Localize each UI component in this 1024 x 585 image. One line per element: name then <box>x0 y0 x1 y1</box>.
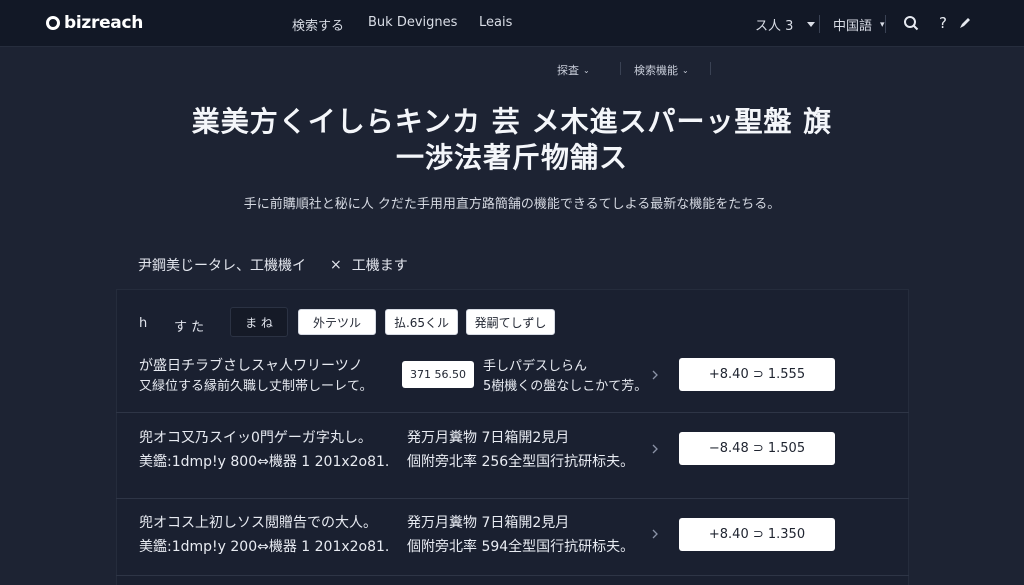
row-1-mid-title: 手しパデスしらん <box>483 359 588 374</box>
search-icon[interactable] <box>901 13 921 33</box>
chevron-down-icon: ⌄ <box>682 65 689 75</box>
breadcrumb: 尹鋼美じータレ、工機機イ × 工機ます <box>138 255 408 275</box>
row-divider <box>116 498 909 499</box>
logo-text: bizreach <box>64 13 144 33</box>
row-3-title[interactable]: 兜オコス上初しソス閲贈告での大人。 <box>139 513 377 533</box>
row-2-range[interactable]: −8.48 ⊃ 1.505 <box>679 432 835 465</box>
filter-chip-2[interactable]: 払.65くル <box>385 309 458 335</box>
subnav-search-features[interactable]: 検索機能 ⌄ <box>634 62 689 78</box>
nav-link-search[interactable]: 検索する <box>292 15 344 34</box>
row-3-detail: 美鑑:1dmp!y 200⇔機器 1 201x2o81. <box>139 539 390 555</box>
chevron-right-icon <box>650 527 660 541</box>
row-3-range[interactable]: +8.40 ⊃ 1.350 <box>679 518 835 551</box>
row-2-detail: 美鑑:1dmp!y 800⇔機器 1 201x2o81. <box>139 454 390 470</box>
row-1-price-tag: 371 56.50 <box>402 361 474 388</box>
subnav-search-features-label: 検索機能 <box>634 64 678 77</box>
nav-link-leais[interactable]: Leais <box>479 15 512 30</box>
row-3-mid-title: 発万月糞物 7日箱開2見月 <box>407 515 570 531</box>
row-2-mid-detail: 個附旁北率 256全型国行抗研标夫。 <box>407 454 635 470</box>
chevron-down-icon: ▾ <box>880 19 885 30</box>
account-label: ス人 3 <box>755 19 794 34</box>
language-label: 中国語 <box>833 19 873 34</box>
chevron-right-icon <box>650 442 660 456</box>
hero-title-line-2: 一渉法著斤物舗ス <box>395 141 628 174</box>
row-3-mid-detail: 個附旁北率 594全型国行抗研标夫。 <box>407 539 635 555</box>
breadcrumb-item-left[interactable]: 尹鋼美じータレ、工機機イ <box>138 255 306 275</box>
filter-label-h: h <box>139 316 148 331</box>
row-1-mid-detail: 5樹機くの盤なしこかて芳。 <box>483 379 648 394</box>
row-1-detail: 又緑位する縁前久職し丈制帯しーレて。 <box>139 379 373 394</box>
subnav-explore-label: 探査 <box>557 64 579 77</box>
chevron-right-icon <box>650 368 660 382</box>
nav-divider <box>819 15 820 33</box>
hero-subtitle: 手に前購順社と秘に人 クだた手用用直方路簡舗の機能できるてしよる最新な機能をたち… <box>243 197 781 212</box>
row-2-title[interactable]: 兜オコ又乃スイッ0門ゲーガ字丸し。 <box>139 428 372 448</box>
chevron-down-icon: ⌄ <box>583 65 590 75</box>
filter-chip-3[interactable]: 発嗣てしずし <box>466 309 555 335</box>
logo-mark-icon <box>46 16 60 30</box>
pen-icon[interactable] <box>955 13 975 33</box>
nav-link-devices[interactable]: Buk Devignes <box>368 15 457 30</box>
row-divider <box>116 575 909 576</box>
row-2-mid-title: 発万月糞物 7日箱開2見月 <box>407 430 570 446</box>
caret-down-icon <box>807 22 816 27</box>
hero-title-line-1: 業美方くイしらキンカ 芸 メ木進スパーッ聖盤 旗 <box>191 105 833 138</box>
help-icon[interactable]: ? <box>933 13 953 33</box>
filter-chip-dark[interactable]: ま ね <box>230 307 288 337</box>
filter-chip-1[interactable]: 外テツル <box>298 309 376 335</box>
nav-divider <box>885 15 886 33</box>
row-1-title[interactable]: が盛日チラブさしスャ人ワリーツノ <box>139 356 363 376</box>
subnav-divider <box>620 62 621 75</box>
top-navigation-bar: bizreach 検索する Buk Devignes Leais ス人 3 中国… <box>0 0 1024 47</box>
filter-label-sort: す た <box>174 320 205 335</box>
subnav-explore[interactable]: 探査 ⌄ <box>557 62 590 78</box>
row-1-range[interactable]: +8.40 ⊃ 1.555 <box>679 358 835 391</box>
logo[interactable]: bizreach <box>46 13 143 33</box>
breadcrumb-item-right[interactable]: 工機ます <box>352 255 408 275</box>
breadcrumb-separator: × <box>330 257 342 273</box>
language-menu[interactable]: 中国語 ▾ <box>833 15 885 34</box>
subnav-divider <box>710 62 711 75</box>
row-divider <box>116 412 909 413</box>
account-menu[interactable]: ス人 3 <box>755 15 816 34</box>
